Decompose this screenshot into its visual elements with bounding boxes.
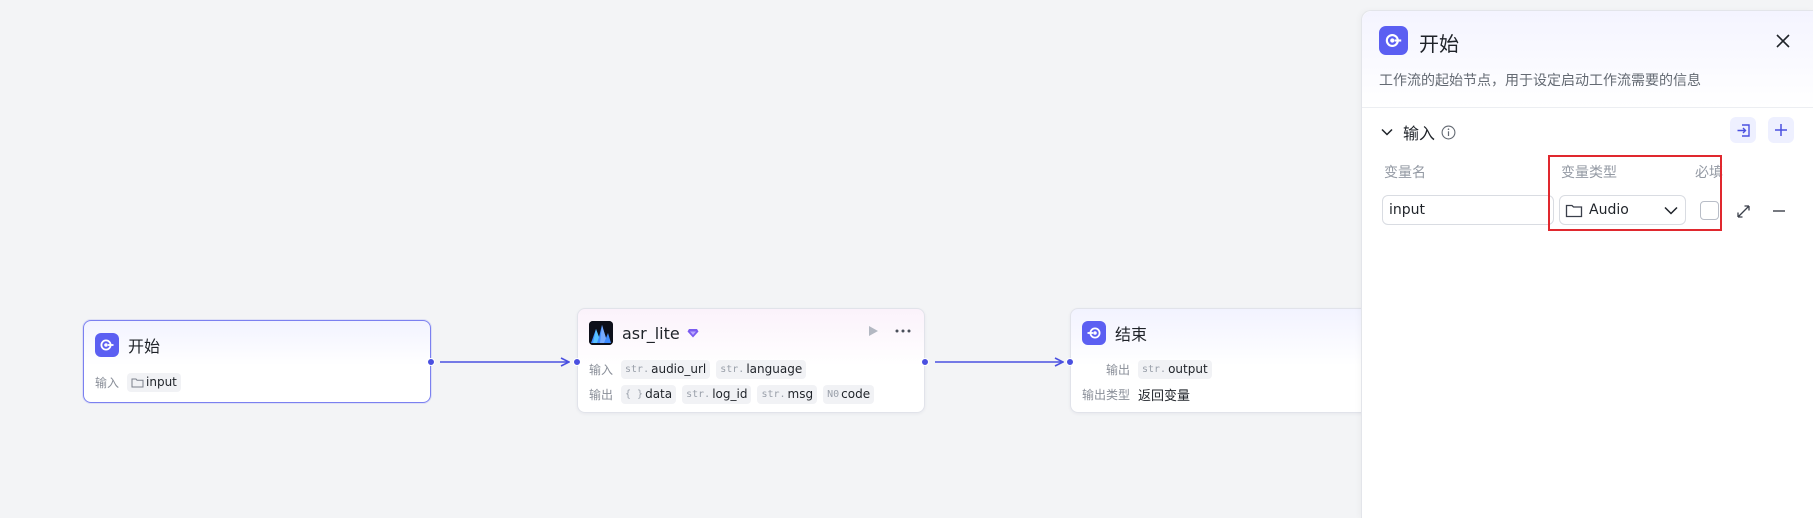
type-prefix: str. [686,388,711,400]
folder-icon [131,377,144,388]
end-node-title: 结束 [1115,325,1148,344]
info-icon[interactable] [1441,125,1456,140]
tag-name: language [746,362,803,376]
end-node-output-type-value: 返回变量 [1138,388,1191,404]
variable-type-value: Audio [1589,202,1629,218]
column-header-type: 变量类型 [1561,165,1617,181]
asr-node-tools [864,322,912,340]
asr-output-tag: str. log_id [682,384,752,404]
start-node-icon [95,333,119,357]
expand-icon[interactable] [1733,201,1753,221]
asr-input-tag: str. language [716,359,807,379]
start-node-input-label: 输入 [95,375,120,390]
plus-icon [1774,123,1788,137]
panel-description: 工作流的起始节点，用于设定启动工作流需要的信息 [1379,73,1701,89]
type-prefix: { } [625,388,644,400]
end-node-output-row: 输出 str. output [1082,359,1218,379]
column-header-name: 变量名 [1384,165,1426,181]
more-icon[interactable] [894,322,912,340]
end-node[interactable]: 结束 输出 str. output 输出类型 返回变量 [1066,308,1370,413]
asr-node-output-handle[interactable] [921,358,929,366]
chevron-down-icon[interactable] [1379,124,1395,140]
asr-node-title: asr_lite [622,323,680,343]
variable-type-select[interactable]: Audio [1559,195,1686,225]
diamond-icon [687,328,699,338]
asr-node-input-label: 输入 [589,362,614,377]
end-output-tag: str. output [1138,359,1212,379]
type-prefix: str. [720,363,745,375]
start-node-input-name: input [146,375,177,389]
end-node-header: 结束 [1082,321,1147,345]
end-node-input-handle[interactable] [1066,358,1074,366]
asr-input-tag: str. audio_url [621,359,711,379]
type-prefix: N0 [827,388,840,400]
play-icon[interactable] [864,322,882,340]
input-section-title: 输入 [1403,124,1436,143]
end-node-output-type-label: 输出类型 [1082,387,1131,402]
start-node-output-handle[interactable] [427,358,435,366]
tag-name: msg [787,387,814,401]
asr-node-output-label: 输出 [589,387,614,402]
end-node-output-type-row: 输出类型 返回变量 [1082,384,1190,404]
variable-name-input[interactable] [1382,195,1554,225]
start-node-title: 开始 [128,337,161,356]
start-node-icon [1379,26,1408,55]
folder-icon [1565,203,1583,218]
tag-name: audio_url [651,362,707,376]
tag-name: log_id [712,387,748,401]
asr-output-tag: { } data [621,384,677,404]
start-node-input-tag: input [127,372,181,392]
asr-plugin-icon [589,321,613,345]
asr-output-tag: N0 code [823,384,875,404]
start-node[interactable]: 开始 输入 input [83,320,435,403]
chevron-down-icon [1664,206,1678,215]
node-settings-panel: 开始 工作流的起始节点，用于设定启动工作流需要的信息 输入 变量名 变量类型 必… [1361,10,1813,518]
import-icon [1736,123,1751,138]
tag-name: code [841,387,871,401]
tag-name: data [645,387,673,401]
type-prefix: str. [1142,363,1167,375]
asr-node-input-handle[interactable] [573,358,581,366]
close-icon[interactable] [1771,29,1795,53]
column-header-required: 必填 [1695,165,1723,181]
asr-node-header: asr_lite [589,321,699,345]
start-node-header: 开始 [95,333,160,357]
asr-lite-node[interactable]: asr_lite 输入 str. audio_url str. language 输… [573,308,929,413]
end-node-icon [1082,321,1106,345]
asr-node-output-row: 输出 { } data str. log_id str. msg N0 code [589,384,880,404]
import-button[interactable] [1730,117,1756,143]
type-prefix: str. [625,363,650,375]
tag-name: output [1168,362,1208,376]
panel-header: 开始 工作流的起始节点，用于设定启动工作流需要的信息 [1362,11,1813,108]
asr-output-tag: str. msg [757,384,818,404]
input-section-header: 输入 [1379,119,1456,145]
add-variable-button[interactable] [1768,117,1794,143]
asr-node-input-row: 输入 str. audio_url str. language [589,359,812,379]
required-checkbox[interactable] [1700,201,1719,220]
minus-icon[interactable] [1769,201,1789,221]
type-prefix: str. [761,388,786,400]
end-node-output-label: 输出 [1105,362,1130,377]
panel-title: 开始 [1419,32,1459,56]
start-node-input-row: 输入 input [95,372,187,392]
